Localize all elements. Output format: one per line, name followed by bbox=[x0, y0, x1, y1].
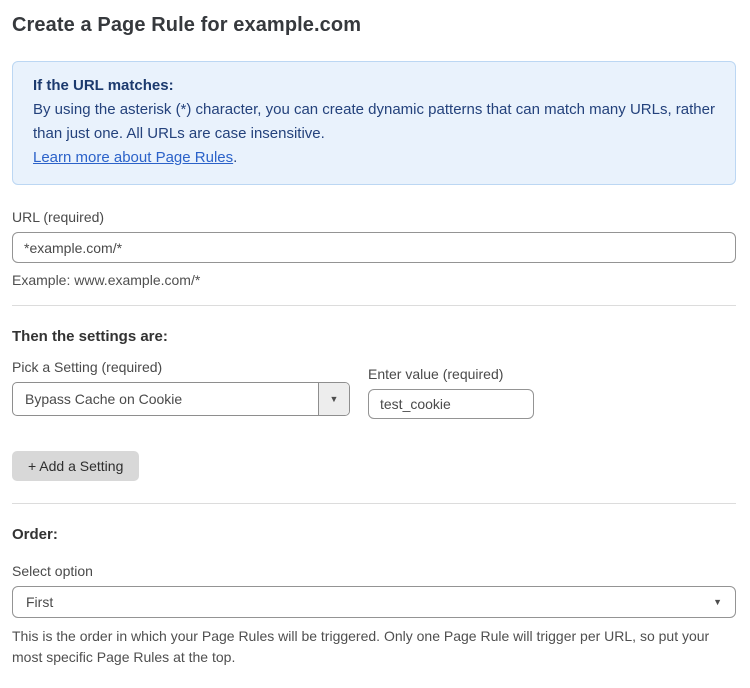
settings-section-heading: Then the settings are: bbox=[12, 328, 736, 345]
setting-select-arrow-button[interactable]: ▼ bbox=[318, 383, 349, 415]
info-box-heading: If the URL matches: bbox=[33, 74, 715, 98]
url-match-info-box: If the URL matches: By using the asteris… bbox=[12, 61, 736, 185]
chevron-down-icon: ▼ bbox=[330, 395, 339, 404]
setting-select[interactable]: Bypass Cache on Cookie ▼ bbox=[12, 382, 350, 416]
divider bbox=[12, 305, 736, 306]
divider bbox=[12, 503, 736, 504]
chevron-down-icon: ▼ bbox=[713, 598, 722, 607]
setting-value-label: Enter value (required) bbox=[368, 366, 534, 382]
learn-more-link[interactable]: Learn more about Page Rules bbox=[33, 149, 233, 166]
setting-select-value: Bypass Cache on Cookie bbox=[13, 383, 318, 415]
link-suffix: . bbox=[233, 149, 237, 166]
url-example-hint: Example: www.example.com/* bbox=[12, 272, 736, 288]
page-title: Create a Page Rule for example.com bbox=[12, 14, 736, 37]
setting-picker-column: Pick a Setting (required) Bypass Cache o… bbox=[12, 345, 350, 416]
order-select-label: Select option bbox=[12, 563, 736, 579]
setting-picker-label: Pick a Setting (required) bbox=[12, 359, 350, 375]
url-field-label: URL (required) bbox=[12, 209, 736, 225]
url-input[interactable] bbox=[12, 232, 736, 263]
setting-value-column: Enter value (required) bbox=[368, 352, 534, 419]
create-page-rule-panel: Create a Page Rule for example.com If th… bbox=[0, 0, 750, 688]
info-box-body: By using the asterisk (*) character, you… bbox=[33, 98, 715, 146]
order-help-text: This is the order in which your Page Rul… bbox=[12, 626, 734, 668]
add-setting-button[interactable]: + Add a Setting bbox=[12, 451, 139, 481]
settings-row: Pick a Setting (required) Bypass Cache o… bbox=[12, 345, 736, 419]
setting-value-input[interactable] bbox=[368, 389, 534, 419]
order-select-value: First bbox=[26, 594, 53, 610]
order-select[interactable]: First ▼ bbox=[12, 586, 736, 618]
order-section-heading: Order: bbox=[12, 526, 736, 543]
info-box-link-line: Learn more about Page Rules. bbox=[33, 146, 715, 170]
